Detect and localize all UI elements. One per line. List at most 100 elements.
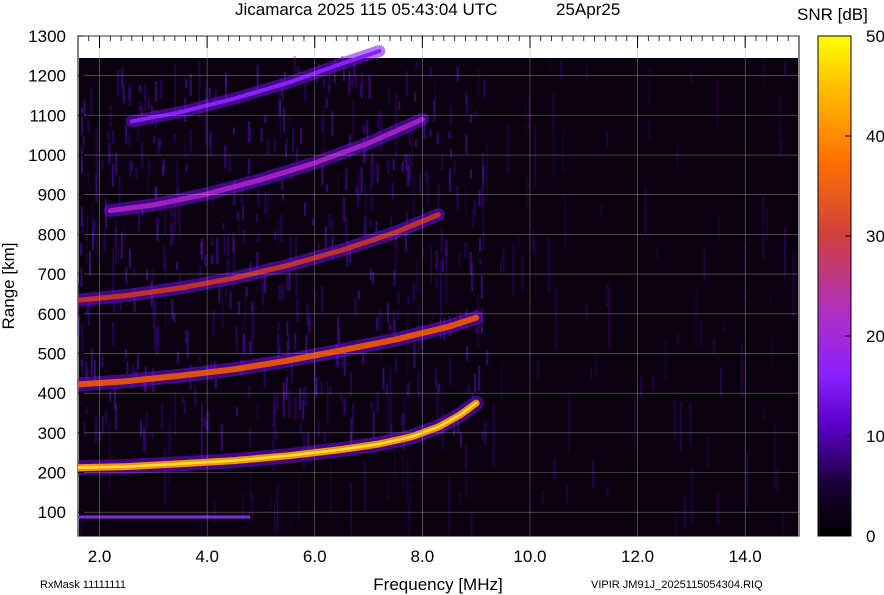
noise-streak [524, 123, 527, 134]
spread-echo [329, 385, 332, 396]
spread-echo [185, 78, 188, 89]
spread-echo [209, 133, 212, 157]
spread-echo [210, 238, 213, 247]
noise-streak [168, 422, 170, 485]
spread-echo [78, 314, 81, 336]
noise-streak [256, 405, 258, 420]
noise-streak [500, 362, 503, 400]
spread-echo [435, 278, 438, 288]
spread-echo [345, 168, 348, 191]
spread-echo [144, 428, 147, 453]
noise-streak [680, 401, 682, 451]
chart-date: 25Apr25 [556, 0, 620, 19]
spread-echo [229, 156, 232, 172]
spread-echo [211, 255, 213, 264]
spread-echo [216, 237, 219, 265]
spread-echo [88, 262, 91, 275]
spread-echo [323, 78, 326, 87]
noise-streak [241, 318, 243, 363]
noise-streak [792, 254, 795, 320]
spread-echo [371, 164, 374, 187]
spread-echo [243, 230, 246, 245]
colorbar-tick-label: 50 [866, 27, 884, 46]
spread-echo [395, 358, 397, 372]
spread-echo [203, 417, 206, 426]
noise-streak [676, 140, 679, 169]
spread-echo [306, 303, 309, 326]
y-tick-label: 1300 [28, 27, 66, 46]
spread-echo [222, 222, 225, 231]
noise-streak [683, 496, 686, 529]
spread-echo [232, 127, 235, 135]
spread-echo [357, 189, 359, 206]
spread-echo [122, 89, 125, 105]
spread-echo [212, 310, 215, 337]
spread-echo [189, 129, 192, 153]
spread-echo [115, 152, 118, 176]
noise-streak [771, 338, 773, 367]
spread-echo [93, 220, 96, 230]
spread-echo [229, 291, 232, 309]
spread-echo [185, 164, 188, 173]
x-tick-label: 2.0 [88, 547, 112, 566]
spread-echo [273, 391, 276, 414]
spread-echo [288, 390, 291, 418]
spread-echo [293, 56, 296, 72]
spread-echo [362, 352, 365, 364]
spread-echo [264, 191, 267, 215]
spread-echo [405, 154, 408, 171]
spread-echo [81, 221, 84, 236]
spread-echo [95, 175, 98, 203]
noise-streak [779, 96, 781, 154]
spread-echo [436, 132, 439, 145]
spread-echo [189, 74, 192, 97]
noise-streak [159, 208, 161, 223]
spread-echo [390, 216, 392, 227]
spread-echo [148, 162, 151, 171]
noise-streak [703, 248, 705, 280]
noise-streak [369, 160, 372, 193]
spread-echo [460, 431, 462, 448]
noise-streak [548, 238, 550, 292]
spread-echo [331, 111, 334, 137]
spread-echo [343, 197, 346, 222]
spread-echo [170, 208, 173, 218]
noise-streak [86, 214, 88, 265]
spread-echo [474, 110, 477, 117]
spread-echo [403, 155, 406, 163]
noise-streak [695, 290, 697, 347]
spread-echo [302, 399, 305, 420]
spread-echo [469, 251, 472, 276]
noise-streak [665, 340, 667, 381]
spread-echo [111, 164, 114, 187]
noise-streak [454, 160, 456, 175]
spread-echo [125, 125, 128, 144]
spread-echo [154, 186, 157, 198]
spread-echo [173, 133, 176, 144]
ionogram-chart: Jicamarca 2025 115 05:43:04 UTC 25Apr25 … [0, 0, 884, 594]
spread-echo [286, 341, 289, 349]
spread-echo [245, 287, 248, 297]
spread-echo [315, 383, 318, 398]
spread-echo [105, 410, 107, 426]
noise-streak [422, 248, 425, 258]
spread-echo [181, 395, 184, 403]
noise-streak [552, 93, 554, 132]
noise-streak [507, 123, 509, 173]
noise-streak [109, 420, 111, 488]
spread-echo [289, 234, 292, 262]
noise-streak [534, 240, 537, 299]
spread-echo [138, 85, 141, 93]
spread-echo [292, 127, 294, 153]
spread-echo [227, 234, 229, 257]
noise-streak [560, 59, 562, 80]
noise-streak [222, 300, 224, 328]
noise-streak [782, 510, 784, 535]
noise-streak [256, 280, 259, 293]
noise-streak [124, 221, 126, 244]
spread-echo [103, 230, 106, 252]
noise-streak [568, 390, 570, 454]
spread-echo [376, 162, 379, 183]
noise-streak [555, 287, 557, 350]
noise-streak [81, 323, 84, 378]
